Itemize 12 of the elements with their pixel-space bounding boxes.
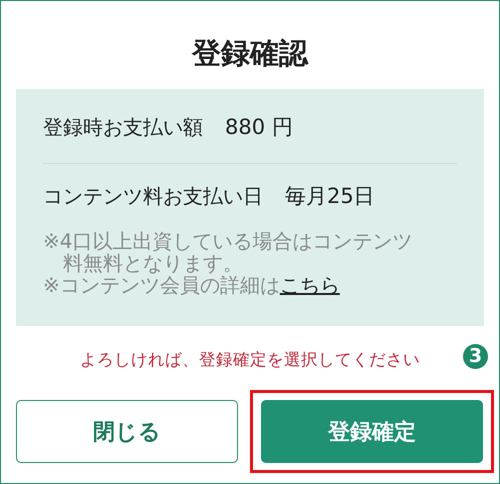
- close-button[interactable]: 閉じる: [16, 400, 238, 463]
- row-label: 登録時お支払い額: [43, 114, 203, 140]
- dialog-title: 登録確認: [190, 35, 310, 72]
- step-badge: 3: [463, 344, 488, 369]
- note-text: ※4口以上出資している場合はコンテンツ料無料となります。: [43, 230, 414, 274]
- instruction-text: よろしければ、登録確定を選択してください: [80, 350, 420, 369]
- confirm-button[interactable]: 登録確定: [261, 400, 483, 463]
- details-link[interactable]: こちら: [280, 273, 340, 297]
- note-text: ※コンテンツ会員の詳細はこちら: [43, 274, 341, 296]
- row-label: コンテンツ料お支払い日: [43, 182, 263, 210]
- row-value: 毎月25日: [285, 183, 375, 210]
- row-value: 880 円: [225, 114, 293, 141]
